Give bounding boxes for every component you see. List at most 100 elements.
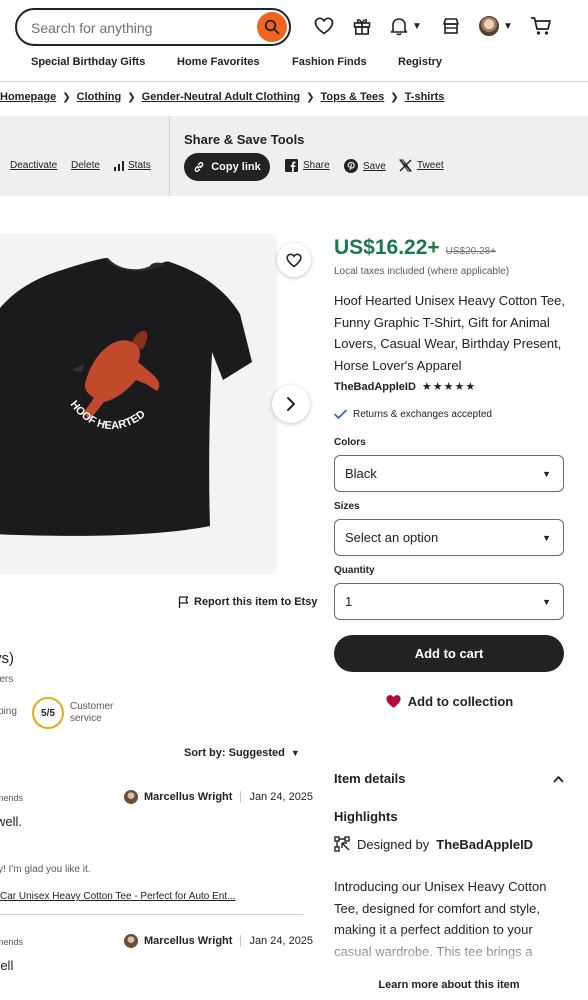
caret-down-icon: ▼	[542, 596, 551, 607]
current-price: US$16.22+	[334, 236, 440, 259]
chevron-right-icon: ❯	[390, 91, 399, 103]
avatar	[479, 16, 499, 36]
delete-link[interactable]: Delete	[71, 160, 100, 171]
quantity-label: Quantity	[334, 565, 375, 576]
product-image[interactable]: HOOF HEARTED	[0, 234, 277, 574]
search-button[interactable]	[257, 12, 287, 42]
price-block: US$16.22+ US$20.28+	[334, 236, 496, 260]
shop-link[interactable]: TheBadAppleID ★★★★★	[334, 380, 476, 394]
pinterest-save-label: Save	[363, 160, 386, 172]
design-tool-icon	[334, 836, 350, 852]
x-tweet-link[interactable]: Tweet	[399, 159, 444, 172]
reviewer-avatar	[124, 790, 138, 804]
link-icon	[194, 162, 204, 172]
check-icon	[334, 409, 347, 419]
notifications-button[interactable]: ▼	[390, 14, 422, 38]
facebook-share-label: Share	[303, 160, 330, 171]
category-nav: Special Birthday Gifts Home Favorites Fa…	[0, 56, 588, 82]
chevron-right-icon: ❯	[62, 91, 71, 103]
learn-more-link[interactable]: Learn more about this item	[334, 979, 564, 991]
review-author[interactable]: Marcellus Wright Jan 24, 2025	[124, 790, 313, 804]
copy-link-button[interactable]: Copy link	[184, 153, 270, 181]
breadcrumb-tshirts[interactable]: T-shirts	[405, 91, 445, 103]
divider	[240, 791, 242, 803]
designed-by-shop[interactable]: TheBadAppleID	[436, 837, 533, 852]
favorite-item-button[interactable]	[277, 243, 311, 277]
colors-label: Colors	[334, 437, 366, 448]
bell-icon	[390, 18, 408, 36]
review-text: well.	[0, 814, 23, 829]
search-input[interactable]	[31, 17, 251, 39]
reviews-subtitle: rers	[0, 674, 14, 685]
review-date: Jan 24, 2025	[249, 935, 314, 947]
size-select[interactable]: Select an option ▼	[334, 519, 564, 556]
original-price: US$20.28+	[445, 246, 496, 257]
stats-icon	[114, 160, 124, 171]
gifts-button[interactable]	[352, 14, 372, 38]
copy-link-label: Copy link	[211, 161, 261, 173]
chevron-right-icon: ❯	[306, 91, 315, 103]
nav-item-birthday-gifts[interactable]: Special Birthday Gifts	[31, 56, 145, 68]
cart-icon	[531, 17, 551, 35]
search-icon	[264, 19, 280, 35]
shop-name: TheBadAppleID	[334, 380, 416, 393]
reviewed-item-link[interactable]: Car Unisex Heavy Cotton Tee - Perfect fo…	[0, 891, 235, 902]
quantity-select[interactable]: 1 ▼	[334, 583, 564, 620]
review-meta: mends	[0, 937, 24, 947]
pinterest-icon	[344, 159, 358, 173]
shop-manager-button[interactable]	[442, 14, 460, 38]
breadcrumb-clothing[interactable]: Clothing	[77, 91, 122, 103]
facebook-icon	[285, 159, 298, 172]
review-date: Jan 24, 2025	[249, 791, 314, 803]
shop-icon	[443, 18, 459, 34]
heart-icon	[286, 253, 302, 268]
taxes-note: Local taxes included (where applicable)	[334, 266, 510, 277]
customer-service-score: 5/5	[32, 697, 64, 729]
breadcrumb-homepage[interactable]: Homepage	[0, 91, 56, 103]
color-select[interactable]: Black ▼	[334, 455, 564, 492]
add-to-cart-button[interactable]: Add to cart	[334, 635, 564, 672]
reviewer-name: Marcellus Wright	[144, 935, 233, 947]
next-image-button[interactable]	[272, 385, 310, 423]
cart-button[interactable]	[530, 14, 552, 38]
share-title: Share & Save Tools	[184, 132, 305, 147]
highlights-heading: Highlights	[334, 809, 398, 824]
favorites-button[interactable]	[314, 14, 334, 38]
facebook-share-link[interactable]: Share	[285, 159, 330, 172]
pinterest-save-link[interactable]: Save	[344, 159, 386, 173]
caret-down-icon: ▼	[542, 468, 551, 479]
gift-icon	[353, 19, 371, 35]
chevron-right-icon: ❯	[127, 91, 136, 103]
item-details-toggle[interactable]: Item details	[334, 771, 564, 786]
review-meta: mends	[0, 793, 24, 803]
nav-item-home-favorites[interactable]: Home Favorites	[177, 56, 260, 68]
sort-label: Sort by: Suggested	[184, 747, 285, 759]
deactivate-link[interactable]: Deactivate	[10, 160, 57, 171]
chevron-up-icon	[553, 775, 564, 782]
seller-reply: y! I'm glad you like it.	[0, 864, 91, 875]
divider	[0, 914, 303, 915]
nav-item-fashion-finds[interactable]: Fashion Finds	[292, 56, 367, 68]
search-bar	[15, 8, 291, 46]
breadcrumb: Homepage ❯ Clothing ❯ Gender-Neutral Adult…	[0, 91, 444, 103]
account-menu-button[interactable]: ▼	[479, 14, 513, 38]
review-author[interactable]: Marcellus Wright Jan 24, 2025	[124, 934, 313, 948]
returns-label: Returns & exchanges accepted	[353, 409, 492, 420]
color-selected-value: Black	[345, 466, 377, 481]
report-item-link[interactable]: Report this item to Etsy	[178, 596, 317, 608]
sort-reviews-dropdown[interactable]: Sort by: Suggested ▼	[184, 747, 300, 759]
breadcrumb-gender-neutral[interactable]: Gender-Neutral Adult Clothing	[142, 91, 300, 103]
add-to-collection-button[interactable]: Add to collection	[334, 689, 564, 713]
item-details-label: Item details	[334, 771, 406, 786]
nav-item-registry[interactable]: Registry	[398, 56, 442, 68]
breadcrumb-tops-tees[interactable]: Tops & Tees	[321, 91, 385, 103]
quantity-selected-value: 1	[345, 594, 353, 609]
stats-link[interactable]: Stats	[114, 160, 151, 171]
divider	[240, 935, 242, 947]
add-to-collection-label: Add to collection	[407, 693, 514, 709]
x-tweet-label: Tweet	[417, 160, 444, 171]
stats-label: Stats	[128, 160, 151, 171]
sizes-label: Sizes	[334, 501, 360, 512]
description-fade	[330, 930, 588, 980]
flag-icon	[178, 596, 189, 608]
